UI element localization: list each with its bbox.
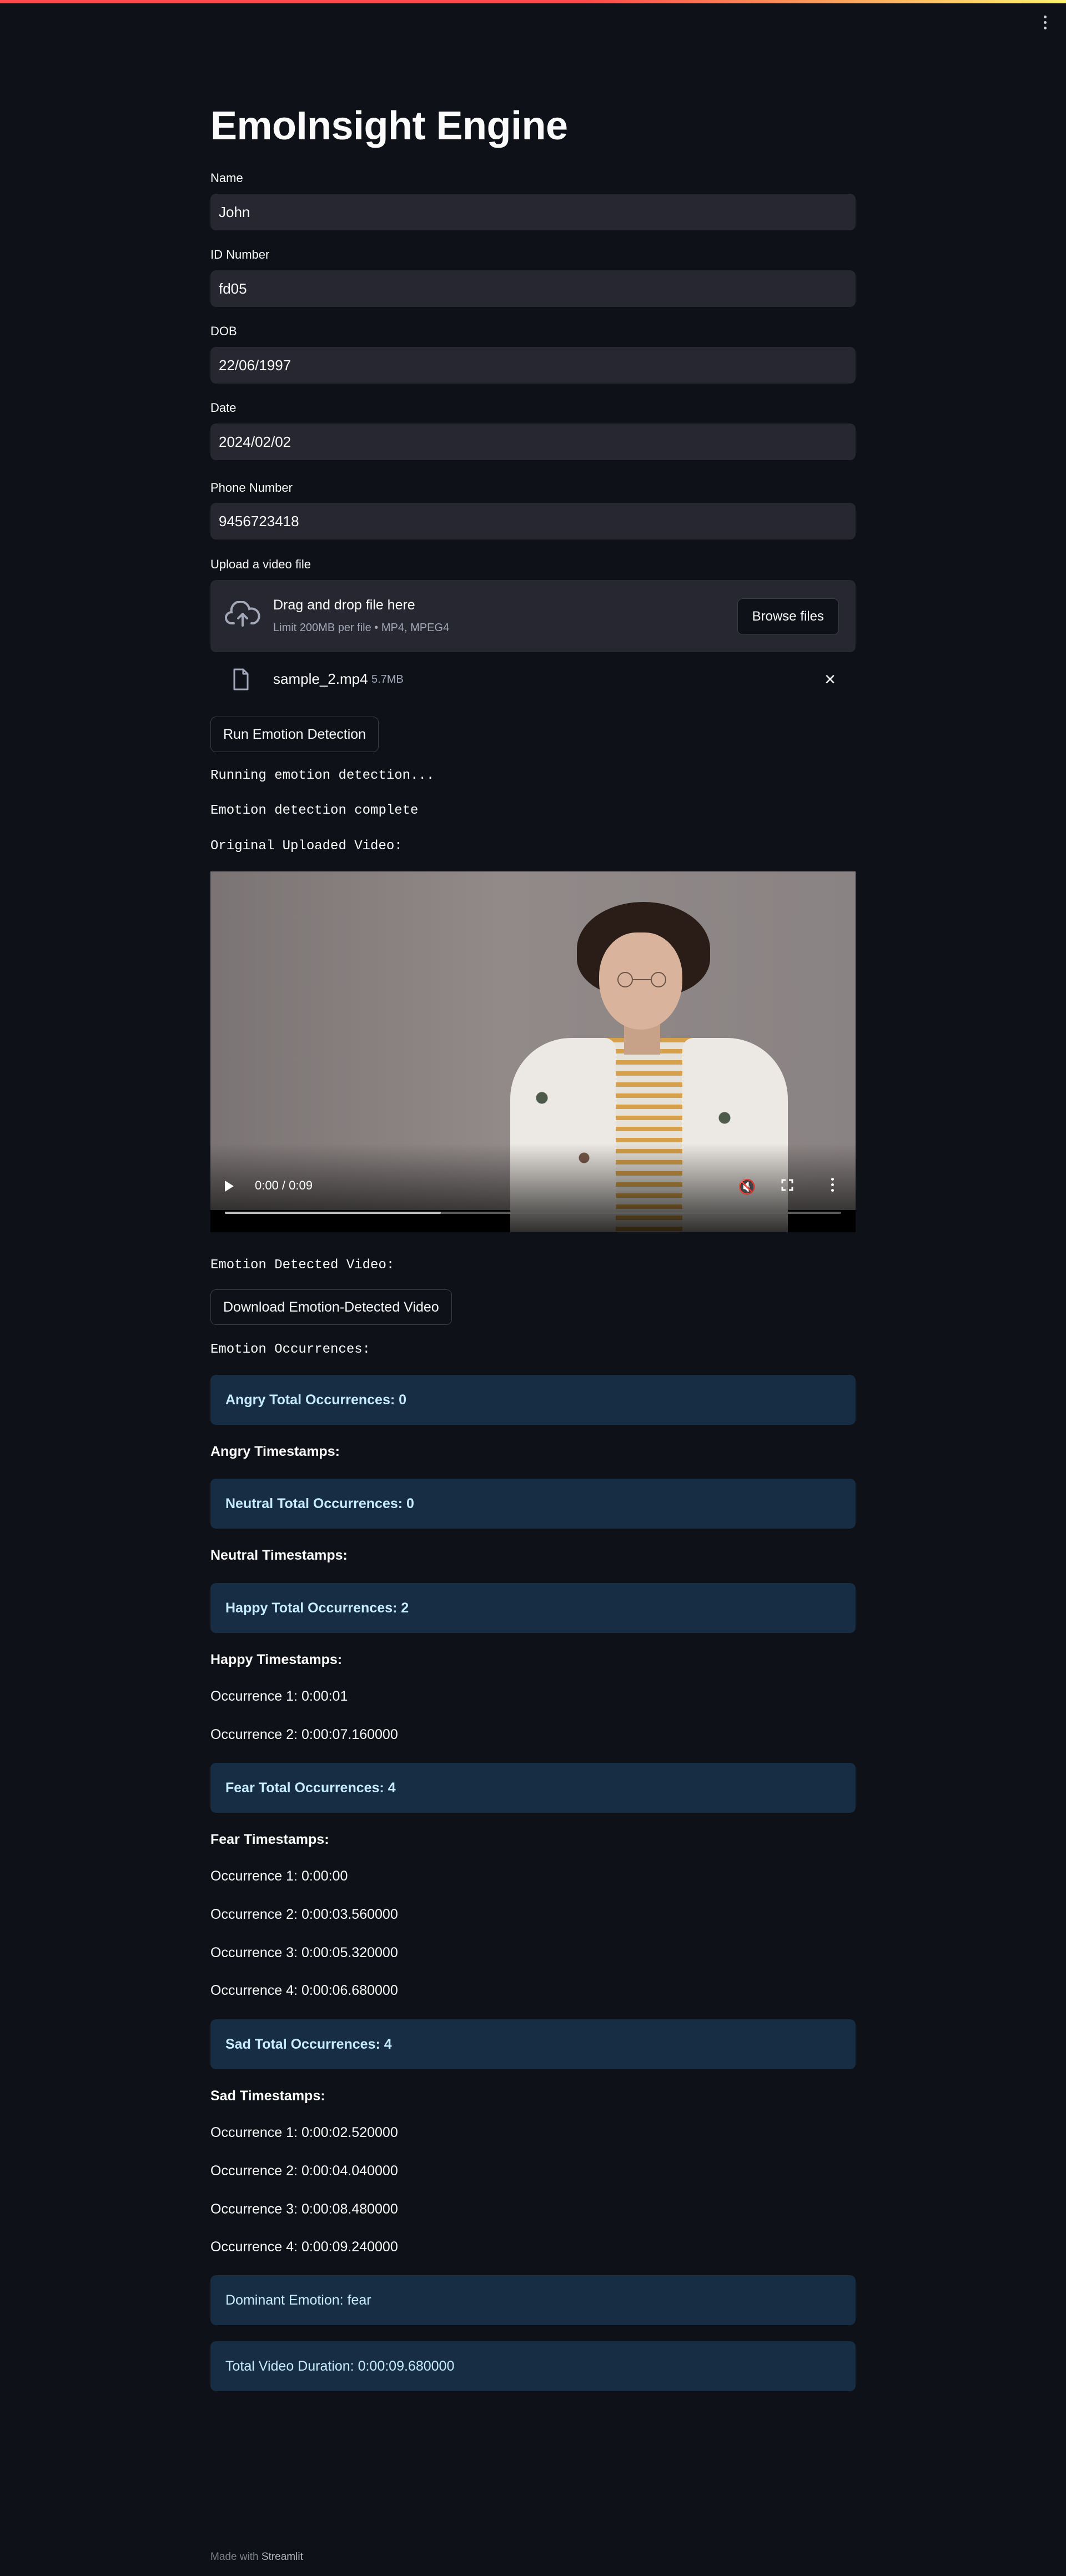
run-emotion-detection-button[interactable]: Run Emotion Detection — [210, 717, 379, 752]
dob-input[interactable]: 22/06/1997 — [210, 347, 856, 384]
phone-number-input[interactable]: 9456723418 — [210, 503, 856, 540]
fear-timestamps-heading: Fear Timestamps: — [210, 1832, 329, 1847]
menu-dot — [1043, 26, 1047, 29]
menu-dot — [1043, 15, 1047, 18]
fear-occurrence: Occurrence 3: 0:00:05.320000 — [210, 1945, 398, 1960]
name-label: Name — [210, 171, 243, 185]
fullscreen-icon[interactable] — [781, 1179, 793, 1191]
video-time: 0:00 / 0:09 — [255, 1178, 313, 1192]
fear-total-box: Fear Total Occurrences: 4 — [210, 1763, 856, 1813]
video-more-options-icon[interactable] — [831, 1178, 834, 1193]
file-size: 5.7MB — [371, 673, 404, 685]
name-input[interactable]: John — [210, 194, 856, 230]
footer: Made with Streamlit — [210, 2551, 303, 2563]
download-video-button[interactable]: Download Emotion-Detected Video — [210, 1289, 452, 1325]
fear-occurrence: Occurrence 2: 0:00:03.560000 — [210, 1907, 398, 1922]
browse-files-button[interactable]: Browse files — [737, 598, 839, 635]
file-dropzone[interactable]: Drag and drop file here Limit 200MB per … — [210, 580, 856, 652]
id-number-input[interactable]: fd05 — [210, 270, 856, 307]
dominant-emotion-box: Dominant Emotion: fear — [210, 2275, 856, 2325]
volume-icon[interactable]: 🔇 — [738, 1178, 756, 1196]
main-menu-button[interactable] — [1038, 13, 1052, 31]
dropzone-title: Drag and drop file here — [273, 597, 415, 613]
date-input[interactable]: 2024/02/02 — [210, 424, 856, 460]
date-label: Date — [210, 401, 237, 415]
neutral-total-box: Neutral Total Occurrences: 0 — [210, 1479, 856, 1529]
dob-label: DOB — [210, 324, 237, 338]
original-video-heading: Original Uploaded Video: — [210, 839, 403, 854]
fear-occurrence: Occurrence 1: 0:00:00 — [210, 1868, 348, 1884]
status-complete-text: Emotion detection complete — [210, 803, 419, 818]
emotion-occurrences-heading: Emotion Occurrences: — [210, 1342, 371, 1357]
play-icon[interactable] — [225, 1181, 234, 1192]
phone-number-label: Phone Number — [210, 481, 293, 495]
sad-occurrence: Occurrence 2: 0:00:04.040000 — [210, 2163, 398, 2179]
angry-timestamps-heading: Angry Timestamps: — [210, 1444, 340, 1459]
happy-occurrence: Occurrence 2: 0:00:07.160000 — [210, 1727, 398, 1742]
video-duration-box: Total Video Duration: 0:00:09.680000 — [210, 2341, 856, 2391]
page-title: EmoInsight Engine — [210, 104, 568, 148]
remove-file-close-icon[interactable]: × — [820, 669, 840, 689]
neutral-timestamps-heading: Neutral Timestamps: — [210, 1547, 348, 1563]
happy-total-box: Happy Total Occurrences: 2 — [210, 1583, 856, 1633]
cloud-upload-icon — [225, 601, 260, 627]
video-player[interactable]: 0:00 / 0:09 🔇 — [210, 871, 856, 1232]
uploaded-file-row: sample_2.mp4 5.7MB × — [210, 662, 856, 698]
upload-label: Upload a video file — [210, 557, 311, 571]
top-decoration-bar — [0, 0, 1066, 3]
status-running-text: Running emotion detection... — [210, 768, 435, 783]
detected-video-heading: Emotion Detected Video: — [210, 1258, 395, 1273]
id-number-label: ID Number — [210, 248, 270, 261]
footer-prefix: Made with — [210, 2551, 259, 2563]
video-subject-glasses — [617, 972, 666, 987]
menu-dot — [831, 1189, 834, 1192]
menu-dot — [1043, 21, 1047, 24]
menu-dot — [831, 1183, 834, 1186]
video-buffer-fill — [225, 1212, 441, 1214]
happy-timestamps-heading: Happy Timestamps: — [210, 1652, 343, 1667]
happy-occurrence: Occurrence 1: 0:00:01 — [210, 1688, 348, 1704]
fear-occurrence: Occurrence 4: 0:00:06.680000 — [210, 1983, 398, 1998]
file-name: sample_2.mp4 — [273, 671, 368, 687]
dropzone-limit-text: Limit 200MB per file • MP4, MPEG4 — [273, 622, 450, 634]
sad-occurrence: Occurrence 1: 0:00:02.520000 — [210, 2125, 398, 2140]
angry-total-box: Angry Total Occurrences: 0 — [210, 1375, 856, 1425]
file-icon — [233, 668, 249, 690]
sad-total-box: Sad Total Occurrences: 4 — [210, 2019, 856, 2069]
sad-timestamps-heading: Sad Timestamps: — [210, 2088, 325, 2104]
menu-dot — [831, 1178, 834, 1181]
streamlit-link[interactable]: Streamlit — [262, 2551, 303, 2563]
video-progress-bar[interactable] — [225, 1212, 841, 1214]
sad-occurrence: Occurrence 4: 0:00:09.240000 — [210, 2239, 398, 2255]
sad-occurrence: Occurrence 3: 0:00:08.480000 — [210, 2201, 398, 2217]
